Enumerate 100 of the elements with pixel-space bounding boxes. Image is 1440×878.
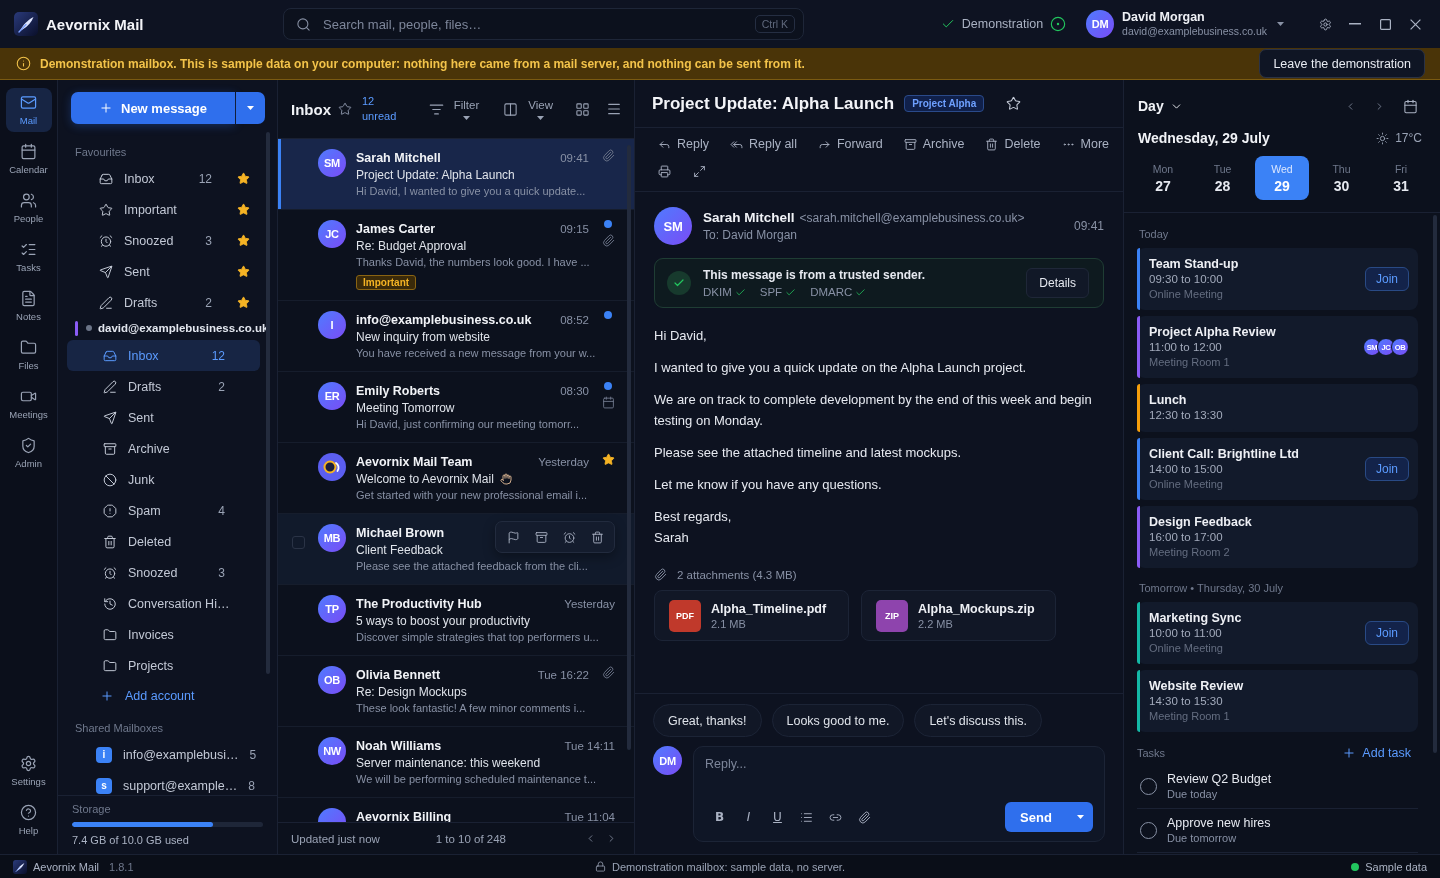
underline-button[interactable]: U: [763, 804, 792, 830]
scrollbar-thumb[interactable]: [1433, 215, 1437, 753]
folder-item[interactable]: Projects: [67, 650, 260, 681]
event-card[interactable]: Client Call: Brightline Ltd 14:00 to 15:00 Online Meeting Join: [1137, 438, 1418, 500]
send-options-button[interactable]: [1067, 802, 1093, 832]
attachment-card[interactable]: PDF Alpha_Timeline.pdf 2.1 MB: [654, 590, 849, 641]
toolbar-button[interactable]: More: [1061, 137, 1110, 151]
shared-mailbox-item[interactable]: i info@examplebusi… 5: [67, 739, 260, 770]
nav-item[interactable]: Calendar: [5, 137, 52, 181]
grid-view-button[interactable]: [575, 101, 590, 117]
day-tab[interactable]: Thu 30: [1314, 156, 1369, 200]
auth-check-label: DKIM: [703, 286, 732, 298]
details-button[interactable]: Details: [1026, 268, 1089, 298]
reply-field[interactable]: Reply...: [705, 757, 1093, 793]
toolbar-button[interactable]: Reply all: [729, 137, 797, 151]
day-tab[interactable]: Mon 27: [1136, 156, 1190, 200]
favourite-button[interactable]: [338, 102, 352, 116]
folder-item[interactable]: Drafts 2: [67, 371, 260, 402]
sender-name: info@examplebusiness.co.uk: [356, 312, 532, 327]
toolbar-button[interactable]: Archive: [903, 137, 965, 151]
event-card[interactable]: Design Feedback 16:00 to 17:00 Meeting Room 2: [1137, 506, 1418, 568]
folder-item[interactable]: Inbox 12: [67, 340, 260, 371]
join-button[interactable]: Join: [1365, 267, 1409, 291]
view-button[interactable]: View: [503, 98, 553, 120]
nav-item[interactable]: Help: [5, 798, 52, 842]
menu-button[interactable]: [606, 101, 622, 117]
event-card[interactable]: Marketing Sync 10:00 to 11:00 Online Meeting Join: [1137, 602, 1418, 664]
folder-icon: [103, 627, 117, 642]
event-card[interactable]: Lunch 12:30 to 13:30: [1137, 384, 1418, 432]
new-message-menu-button[interactable]: [236, 92, 265, 124]
folder-item[interactable]: Drafts 2: [67, 287, 260, 318]
join-button[interactable]: Join: [1365, 621, 1409, 645]
attachments-summary: 2 attachments (4.3 MB): [677, 568, 797, 581]
folder-item[interactable]: Important: [67, 194, 260, 225]
view-selector[interactable]: Day: [1138, 98, 1183, 114]
folder-item[interactable]: Sent: [67, 256, 260, 287]
sender-avatar: JC: [318, 220, 346, 248]
quick-reply-chip[interactable]: Looks good to me.: [771, 704, 905, 737]
event-card[interactable]: Team Stand-up 09:30 to 10:00 Online Meeting Join: [1137, 248, 1418, 310]
nav-item[interactable]: Files: [5, 333, 52, 377]
logo-icon: [13, 859, 27, 874]
attachment-card[interactable]: ZIP Alpha_Mockups.zip 2.2 MB: [861, 590, 1056, 641]
folder-item[interactable]: Spam 4: [67, 495, 260, 526]
archive-icon: [534, 530, 548, 544]
message-row[interactable]: SM Sarah Mitchell 09:41 Project Update: Alpha Launch Hi David, I wanted to give you a quick update...: [278, 139, 634, 210]
folder-item[interactable]: Conversation Hi…: [67, 588, 260, 619]
message-row[interactable]: NW Noah Williams Tue 14:11 Server maintenance: this weekend We will be performing scheduled maintenance t...: [278, 727, 634, 798]
search-input[interactable]: Search mail, people, files…: [321, 15, 745, 33]
send-button[interactable]: Send: [1005, 802, 1067, 832]
star-outline-icon: [99, 202, 113, 217]
select-checkbox[interactable]: [292, 536, 305, 549]
search-field[interactable]: Search mail, people, files… Ctrl K: [283, 8, 804, 40]
message-subject: 5 ways to boost your productivity: [356, 613, 531, 628]
message-preview: Please see the attached feedback from the cli...: [356, 559, 589, 574]
mailbox-badge: s: [96, 777, 112, 794]
nav-item[interactable]: Meetings: [5, 382, 52, 426]
nav-item[interactable]: People: [5, 186, 52, 230]
add-account-link[interactable]: Add account: [67, 682, 260, 710]
quick-reply-chip[interactable]: Let's discuss this.: [914, 704, 1042, 737]
folder-item[interactable]: Inbox 12: [67, 163, 260, 194]
toolbar-button[interactable]: Forward: [817, 137, 883, 151]
sender-name: Noah Williams: [356, 738, 442, 753]
bold-button[interactable]: B: [705, 804, 734, 830]
nav-item[interactable]: Mail: [5, 88, 52, 132]
nav-item[interactable]: Admin: [5, 431, 52, 475]
scrollbar-thumb[interactable]: [627, 145, 631, 750]
star-button[interactable]: [1006, 96, 1022, 111]
nav-item[interactable]: Tasks: [5, 235, 52, 279]
folder-item[interactable]: Snoozed 3: [67, 557, 260, 588]
folder-item[interactable]: Archive: [67, 433, 260, 464]
quick-reply-chip[interactable]: Great, thanks!: [653, 704, 762, 737]
expand-button[interactable]: [693, 164, 706, 178]
filter-button[interactable]: Filter: [428, 98, 480, 120]
toolbar-button[interactable]: Delete: [985, 137, 1041, 151]
toolbar-button[interactable]: Reply: [658, 137, 709, 151]
calendar-icon: [1403, 98, 1418, 114]
folder-item[interactable]: Junk: [67, 464, 260, 495]
message-row[interactable]: MB Michael Brown Client Feedback Please see the attached feedback from the cli...: [278, 514, 634, 585]
day-tab[interactable]: Wed 29: [1255, 156, 1309, 200]
nav-item[interactable]: Settings: [5, 749, 52, 793]
reply-box[interactable]: Reply... B I U Send: [693, 746, 1105, 842]
user-avatar[interactable]: DM: [1086, 10, 1115, 38]
temperature: 17°C: [1395, 131, 1422, 145]
archive-icon: [103, 441, 117, 456]
italic-button[interactable]: I: [734, 804, 763, 830]
folder-item[interactable]: Invoices: [67, 619, 260, 650]
event-location: Online Meeting: [1149, 287, 1224, 301]
folder-item[interactable]: Snoozed 3: [67, 225, 260, 256]
day-tab[interactable]: Fri 31: [1374, 156, 1428, 200]
add-task-button[interactable]: Add task: [1342, 746, 1411, 760]
shared-mailbox-item[interactable]: s support@example… 8: [67, 770, 260, 795]
leave-demo-button[interactable]: Leave the demonstration: [1259, 49, 1425, 78]
new-message-button[interactable]: New message: [71, 92, 235, 124]
day-tab[interactable]: Tue 28: [1195, 156, 1250, 200]
print-button[interactable]: [658, 164, 671, 178]
nav-item[interactable]: Notes: [5, 284, 52, 328]
folder-item[interactable]: Deleted: [67, 526, 260, 557]
event-card[interactable]: Website Review 14:30 to 15:30 Meeting Room 1: [1137, 670, 1418, 732]
join-button[interactable]: Join: [1365, 457, 1409, 481]
folder-item[interactable]: Sent: [67, 402, 260, 433]
